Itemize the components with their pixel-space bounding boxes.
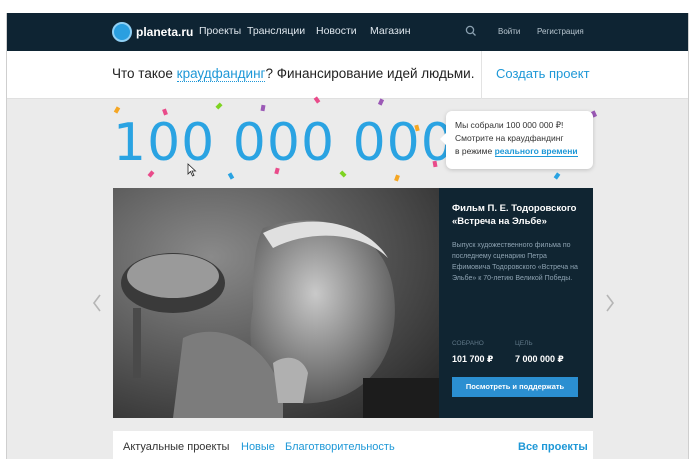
chevron-left-icon[interactable] [91,293,103,313]
projects-tabs: Актуальные проекты Новые Благотворительн… [113,431,593,459]
mouse-cursor-icon [187,163,197,177]
crowdfunding-link[interactable]: краудфандинг [176,66,266,82]
confetti-piece [274,167,280,175]
crowdfunding-question: Что такое краудфандинг? Финансирование и… [112,66,475,82]
logo-circle-icon [112,22,132,42]
project-description: Выпуск художественного фильма по последн… [452,242,578,282]
bubble-line-2: Смотрите на краудфандинг [455,133,564,143]
planeta-logo[interactable]: planeta.ru [112,22,193,42]
register-link[interactable]: Регистрация [537,27,584,36]
confetti-piece [227,172,235,180]
confetti-piece [215,102,223,110]
bubble-line-3: в режиме реального времени [455,145,584,158]
tab-new[interactable]: Новые [241,441,275,453]
search-icon[interactable] [464,24,478,38]
realtime-bubble: Мы собрали 100 000 000 ₽! Смотрите на кр… [440,111,593,169]
tab-actual-projects[interactable]: Актуальные проекты [123,441,229,453]
bubble-line-3-text: в режиме [455,146,495,156]
realtime-link[interactable]: реального времени [494,146,578,157]
collected-value: 101 700 ₽ [452,354,494,364]
strip-text-after: ? Финансирование идей людьми. [265,66,475,81]
confetti-piece [553,172,561,180]
collected-label: СОБРАНО [452,340,484,347]
project-info-panel: Фильм П. Е. Тодоровского «Встреча на Эль… [439,188,593,418]
confetti-piece [394,174,400,182]
project-title[interactable]: Фильм П. Е. Тодоровского «Встреча на Эль… [452,202,580,228]
nav-item-news[interactable]: Новости [316,25,357,37]
create-project-link[interactable]: Создать проект [496,66,590,81]
login-link[interactable]: Войти [498,27,520,36]
featured-project-slide[interactable]: Фильм П. Е. Тодоровского «Встреча на Эль… [113,188,593,418]
portrait-image [113,188,439,418]
logo-text: planeta.ru [136,25,194,39]
browser-viewport: planeta.ru Проекты Трансляции Новости Ма… [6,13,689,459]
confetti-piece [260,104,266,112]
strip-divider [481,51,482,99]
confetti-piece [162,108,168,116]
all-projects-link[interactable]: Все проекты [518,441,588,453]
chevron-right-icon[interactable] [604,293,616,313]
top-navigation: planeta.ru Проекты Трансляции Новости Ма… [7,13,688,51]
tab-charity[interactable]: Благотворительность [285,441,395,453]
nav-item-shop[interactable]: Магазин [370,25,411,37]
view-and-support-button[interactable]: Посмотреть и поддержать [452,377,578,397]
strip-text-before: Что такое [112,66,177,81]
nav-item-broadcasts[interactable]: Трансляции [247,25,305,37]
goal-label: ЦЕЛЬ [515,340,533,347]
project-photo[interactable] [113,188,439,418]
nav-item-projects[interactable]: Проекты [199,25,241,37]
confetti-piece [377,98,385,106]
goal-value: 7 000 000 ₽ [515,354,564,364]
confetti-piece [432,160,438,168]
crowdfunding-strip: Что такое краудфандинг? Финансирование и… [7,51,688,99]
bubble-line-1: Мы собрали 100 000 000 ₽! [455,120,564,130]
